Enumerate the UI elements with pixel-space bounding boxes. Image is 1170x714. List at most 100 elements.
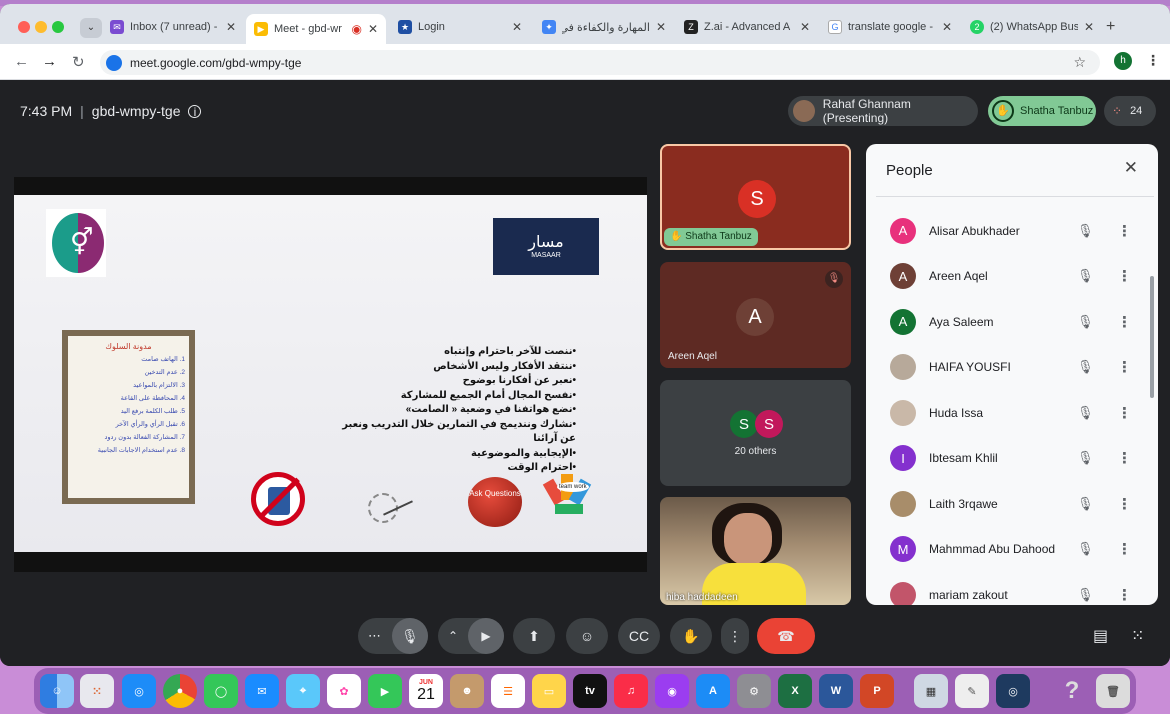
site-info-icon[interactable] (106, 54, 122, 71)
system-settings-icon[interactable]: ⚙ (737, 674, 771, 708)
participant-tile-others[interactable]: S S 20 others (660, 380, 851, 486)
address-bar[interactable]: meet.google.com/gbd-wmpy-tge ☆ (100, 50, 1100, 75)
more-options-button[interactable]: ⋮ (721, 618, 749, 654)
close-panel-icon[interactable]: ✕ (1124, 158, 1138, 178)
chrome-icon[interactable]: ● (163, 674, 197, 708)
people-row[interactable]: I Ibtesam Khlil 🎙 ⋮ (890, 436, 1140, 481)
captions-button[interactable]: CC (618, 618, 660, 654)
people-row[interactable]: A Alisar Abukhader 🎙 ⋮ (890, 208, 1140, 253)
podcasts-icon[interactable]: ◉ (655, 674, 689, 708)
notes-icon[interactable]: ▭ (532, 674, 566, 708)
reminders-icon[interactable]: ☰ (491, 674, 525, 708)
chat-icon[interactable]: ▤ (1093, 626, 1108, 646)
facetime-icon[interactable]: ▶ (368, 674, 402, 708)
muted-mic-icon: 🎙 (1077, 359, 1094, 374)
contacts-icon[interactable]: ☻ (450, 674, 484, 708)
zoom-window-button[interactable] (52, 21, 64, 33)
more-actions-icon[interactable]: ⋮ (1117, 358, 1132, 376)
ellipsis-icon[interactable]: ⋯ (368, 628, 381, 644)
presenter-chip[interactable]: Rahaf Ghannam (Presenting) (788, 96, 978, 126)
present-screen-button[interactable]: ⬆ (513, 618, 555, 654)
bookmark-star-icon[interactable]: ☆ (1073, 54, 1086, 71)
team-work-graphic: team work (542, 470, 593, 520)
trash-icon[interactable]: 🗑 (1096, 674, 1130, 708)
participant-tile-areen[interactable]: A 🎙 Areen Aqel (660, 262, 851, 368)
mail-app-icon[interactable]: ✉ (245, 674, 279, 708)
people-row[interactable]: A Aya Saleem 🎙 ⋮ (890, 299, 1140, 344)
more-actions-icon[interactable]: ⋮ (1117, 540, 1132, 558)
tab-meet[interactable]: ▶ Meet - gbd-wr ◉ ✕ (246, 14, 386, 44)
raise-hand-button[interactable]: ✋ (670, 618, 712, 654)
music-icon[interactable]: ♫ (614, 674, 648, 708)
chevron-up-icon[interactable]: ⌃ (448, 629, 458, 643)
more-actions-icon[interactable]: ⋮ (1117, 404, 1132, 422)
minimize-window-button[interactable] (35, 21, 47, 33)
close-tab-icon[interactable]: ✕ (800, 20, 810, 34)
people-row[interactable]: Laith 3rqawe 🎙 ⋮ (890, 481, 1140, 526)
close-tab-icon[interactable]: ✕ (1084, 20, 1094, 34)
finder-icon[interactable]: ☺ (40, 674, 74, 708)
word-icon[interactable]: W (819, 674, 853, 708)
quicktime-icon[interactable]: ◎ (996, 674, 1030, 708)
more-actions-icon[interactable]: ⋮ (1117, 449, 1132, 467)
participant-tile-hiba[interactable]: hiba haddadeen (660, 497, 851, 605)
tab-whatsapp[interactable]: 2 (2) WhatsApp Bus ✕ (962, 14, 1102, 40)
participant-tile-shatha[interactable]: S ✋ Shatha Tanbuz (660, 144, 851, 250)
people-row[interactable]: A Areen Aqel 🎙 ⋮ (890, 254, 1140, 299)
messages-icon[interactable]: ◯ (204, 674, 238, 708)
apple-tv-icon[interactable]: tv (573, 674, 607, 708)
close-tab-icon[interactable]: ✕ (656, 20, 666, 34)
tab-zai[interactable]: Z Z.ai - Advanced A ✕ (676, 14, 818, 40)
excel-icon[interactable]: X (778, 674, 812, 708)
participant-avatar: A (890, 217, 916, 244)
back-icon[interactable]: ← (14, 53, 29, 70)
close-tab-icon[interactable]: ✕ (368, 22, 378, 36)
info-icon[interactable]: i (188, 104, 202, 118)
people-row[interactable]: mariam zakout 🎙 ⋮ (890, 572, 1140, 605)
screenshot-app-icon[interactable]: ▦ (914, 674, 948, 708)
slide-bullet: •نشارك وننديمج في التمارين خلال التدريب … (342, 418, 576, 445)
more-actions-icon[interactable]: ⋮ (1117, 495, 1132, 513)
more-actions-icon[interactable]: ⋮ (1117, 267, 1132, 285)
people-row[interactable]: M Mahmmad Abu Dahood 🎙 ⋮ (890, 527, 1140, 572)
participant-avatar: I (890, 445, 916, 471)
powerpoint-icon[interactable]: P (860, 674, 894, 708)
profile-avatar[interactable]: h (1114, 52, 1132, 70)
people-row[interactable]: HAIFA YOUSFI 🎙 ⋮ (890, 345, 1140, 390)
tab-translate[interactable]: G translate google - ✕ (820, 14, 960, 40)
more-actions-icon[interactable]: ⋮ (1117, 222, 1132, 240)
forward-icon[interactable]: → (42, 53, 57, 70)
participant-name: Laith 3rqawe (929, 496, 998, 511)
maps-icon[interactable]: ⌖ (286, 674, 320, 708)
tab-inbox[interactable]: ✉ Inbox (7 unread) - ✕ (102, 14, 244, 40)
app-store-icon[interactable]: A (696, 674, 730, 708)
activities-grid-icon[interactable]: ⁙ (1131, 626, 1144, 646)
people-row[interactable]: Huda Issa 🎙 ⋮ (890, 390, 1140, 435)
more-actions-icon[interactable]: ⋮ (1117, 586, 1132, 604)
photos-icon[interactable]: ✿ (327, 674, 361, 708)
help-icon[interactable]: ? (1055, 674, 1089, 708)
calendar-icon[interactable]: JUN 21 (409, 674, 443, 708)
camera-button[interactable]: ▶ (468, 618, 504, 654)
browser-menu-icon[interactable]: ⋮ (1146, 52, 1160, 69)
close-tab-icon[interactable]: ✕ (226, 20, 236, 34)
people-scrollbar[interactable] (1150, 276, 1154, 398)
close-tab-icon[interactable]: ✕ (512, 20, 522, 34)
mic-button[interactable]: 🎙 (392, 618, 428, 654)
new-tab-button[interactable]: + (1106, 18, 1115, 36)
freeform-icon[interactable]: ✎ (955, 674, 989, 708)
reload-icon[interactable]: ↻ (72, 53, 85, 71)
end-call-button[interactable]: ☎ (757, 618, 815, 654)
tab-login[interactable]: ★ Login ✕ (390, 14, 530, 40)
tab-arabic[interactable]: ✦ المهارة والكفاءة في حر ✕ (534, 14, 674, 40)
tab-search-button[interactable]: ⌄ (80, 18, 102, 38)
emoji-button[interactable]: ☺ (566, 618, 608, 654)
gender-logo: ⚥ (46, 209, 106, 277)
raised-hand-chip[interactable]: ✋ Shatha Tanbuz (988, 96, 1096, 126)
launchpad-icon[interactable]: ⁙ (80, 674, 114, 708)
participants-button[interactable]: ⁘ 24 (1104, 96, 1156, 126)
safari-icon[interactable]: ◎ (122, 674, 156, 708)
more-actions-icon[interactable]: ⋮ (1117, 313, 1132, 331)
close-tab-icon[interactable]: ✕ (942, 20, 952, 34)
close-window-button[interactable] (18, 21, 30, 33)
